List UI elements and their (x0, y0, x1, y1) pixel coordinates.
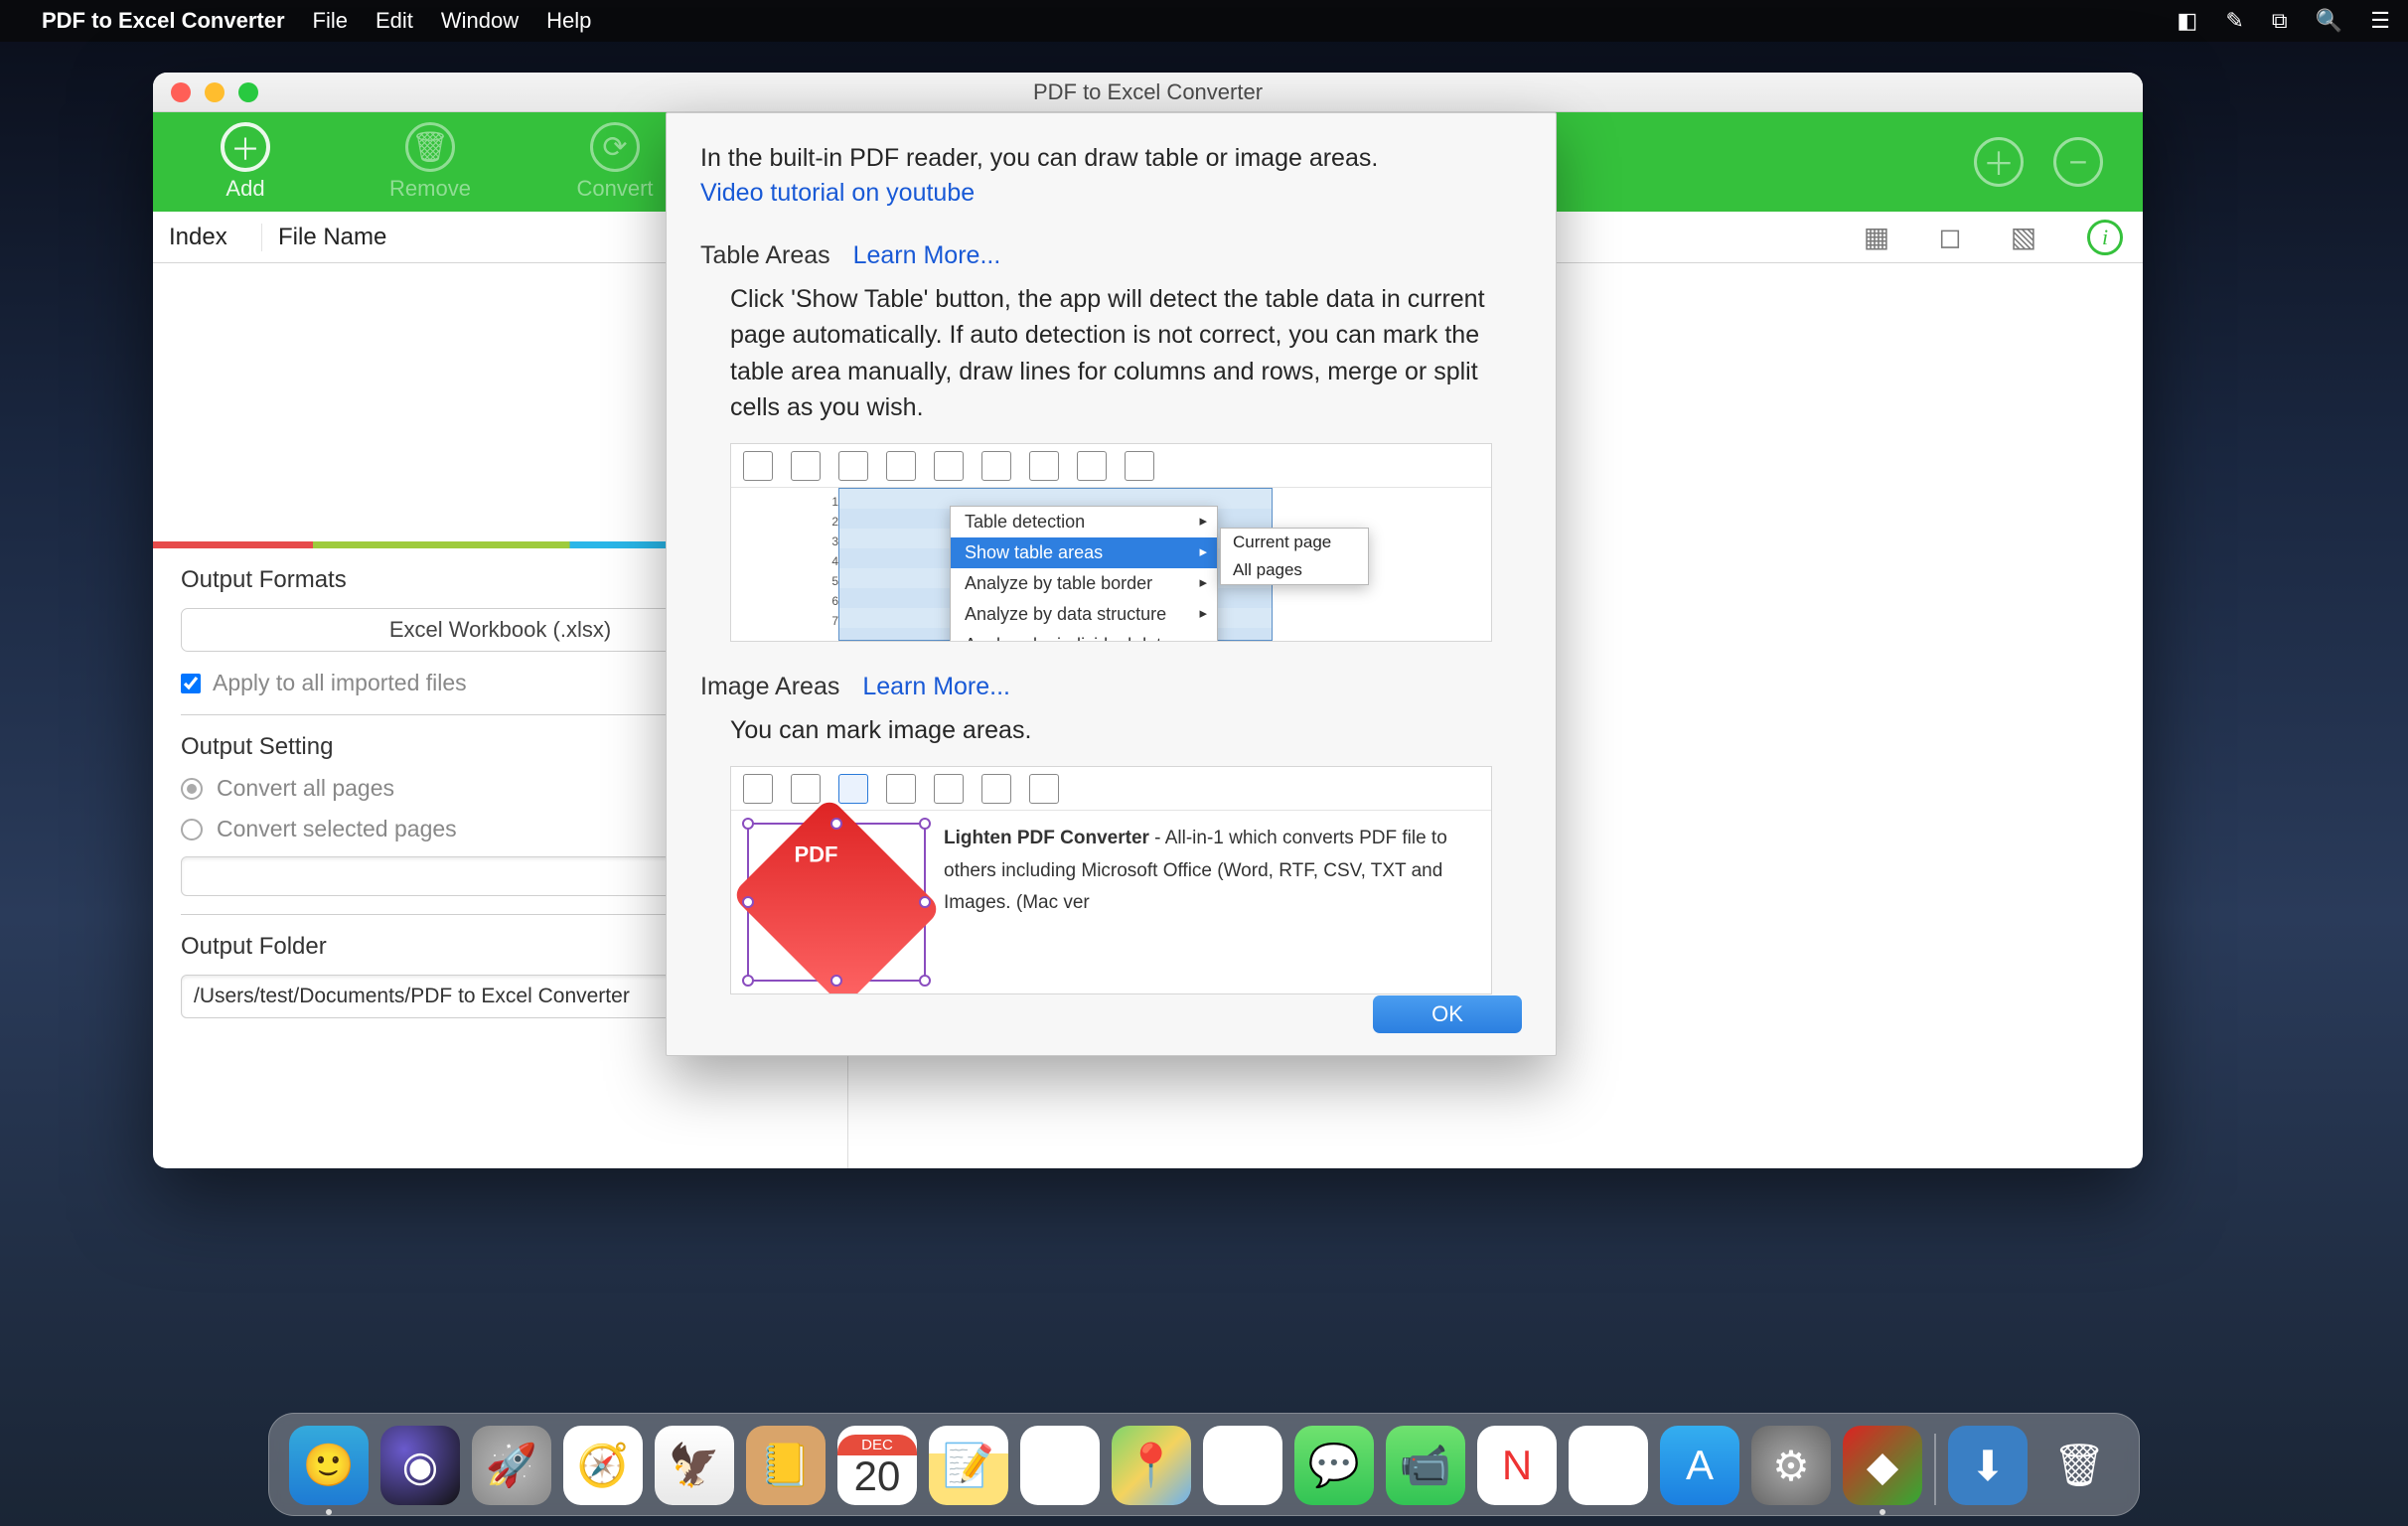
image-areas-desc: You can mark image areas. (730, 712, 1522, 748)
remove-button[interactable]: 🗑 Remove (338, 122, 523, 202)
window-title: PDF to Excel Converter (153, 79, 2143, 105)
col-filename[interactable]: File Name (262, 224, 718, 251)
refresh-icon: ⟳ (590, 122, 640, 172)
zoom-in-button[interactable]: ＋ (1974, 137, 2024, 187)
titlebar: PDF to Excel Converter (153, 73, 2143, 112)
trash-icon: 🗑 (405, 122, 455, 172)
dock-siri[interactable]: ◉ (380, 1426, 460, 1505)
dock-facetime[interactable]: 📹 (1386, 1426, 1465, 1505)
dock-messages[interactable]: 💬 (1294, 1426, 1374, 1505)
image-areas-illustration: Lighten PDF Converter - All-in-1 which c… (730, 766, 1492, 994)
dock-photos[interactable]: ✿ (1203, 1426, 1282, 1505)
menu-help[interactable]: Help (546, 8, 591, 34)
output-path-field[interactable]: /Users/test/Documents/PDF to Excel Conve… (181, 975, 696, 1018)
ok-button[interactable]: OK (1373, 995, 1522, 1033)
illus-submenu: Current page All pages (1220, 528, 1369, 585)
table-areas-desc: Click 'Show Table' button, the app will … (730, 281, 1522, 425)
tool-table-icon[interactable]: ▦ (1857, 218, 1896, 257)
dock: 🙂 ◉ 🚀 🧭 🦅 📒 DEC20 📝 ☰ 📍 ✿ 💬 📹 N ♪ A ⚙ ◆ … (268, 1413, 2140, 1516)
dock-trash[interactable]: 🗑 (2039, 1426, 2119, 1505)
illus-context-menu: Table detection Show table areas Analyze… (950, 506, 1218, 642)
menu-edit[interactable]: Edit (376, 8, 413, 34)
tool-crop-icon[interactable]: ◻ (1930, 218, 1970, 257)
control-center-icon[interactable]: ☰ (2370, 8, 2390, 33)
dock-calendar[interactable]: DEC20 (837, 1426, 917, 1505)
dock-launchpad[interactable]: 🚀 (472, 1426, 551, 1505)
video-tutorial-link[interactable]: Video tutorial on youtube (700, 179, 975, 207)
dock-mail[interactable]: 🦅 (655, 1426, 734, 1505)
help-sheet: In the built-in PDF reader, you can draw… (666, 112, 1557, 1056)
table-areas-illustration: 1234567 Table detection Show table areas… (730, 443, 1492, 642)
table-areas-title: Table Areas (700, 241, 830, 269)
image-areas-title: Image Areas (700, 673, 839, 700)
dock-system-preferences[interactable]: ⚙ (1751, 1426, 1831, 1505)
apply-all-input[interactable] (181, 674, 201, 693)
radio-icon (181, 778, 203, 800)
notifications-icon[interactable]: ◧ (2177, 8, 2197, 33)
info-button[interactable]: i (2087, 220, 2123, 255)
image-areas-learn-more-link[interactable]: Learn More... (862, 673, 1010, 700)
screen-mirror-icon[interactable]: ⧉ (2272, 8, 2288, 33)
macos-menubar: PDF to Excel Converter File Edit Window … (0, 0, 2408, 42)
table-areas-learn-more-link[interactable]: Learn More... (853, 241, 1001, 269)
menubar-status-icons: ◧ ✎ ⧉ 🔍 ☰ (2155, 8, 2390, 34)
dock-itunes[interactable]: ♪ (1569, 1426, 1648, 1505)
dock-pdf-to-excel[interactable]: ◆ (1843, 1426, 1922, 1505)
tool-grid-icon[interactable]: ▧ (2004, 218, 2043, 257)
dock-appstore[interactable]: A (1660, 1426, 1739, 1505)
sheet-intro: In the built-in PDF reader, you can draw… (700, 141, 1522, 176)
spotlight-icon[interactable]: 🔍 (2316, 8, 2342, 33)
dock-safari[interactable]: 🧭 (563, 1426, 643, 1505)
dock-separator (1934, 1434, 1936, 1505)
dock-downloads[interactable]: ⬇ (1948, 1426, 2028, 1505)
dock-notes[interactable]: 📝 (929, 1426, 1008, 1505)
menu-file[interactable]: File (313, 8, 348, 34)
add-button[interactable]: ＋ Add (153, 122, 338, 202)
radio-icon (181, 819, 203, 840)
dock-finder[interactable]: 🙂 (289, 1426, 369, 1505)
dock-news[interactable]: N (1477, 1426, 1557, 1505)
menu-window[interactable]: Window (441, 8, 519, 34)
dock-reminders[interactable]: ☰ (1020, 1426, 1100, 1505)
app-name[interactable]: PDF to Excel Converter (42, 8, 285, 34)
zoom-out-button[interactable]: − (2053, 137, 2103, 187)
plus-icon: ＋ (221, 122, 270, 172)
dock-maps[interactable]: 📍 (1112, 1426, 1191, 1505)
col-index[interactable]: Index (153, 224, 262, 251)
scripts-icon[interactable]: ✎ (2225, 8, 2243, 33)
dock-contacts[interactable]: 📒 (746, 1426, 826, 1505)
